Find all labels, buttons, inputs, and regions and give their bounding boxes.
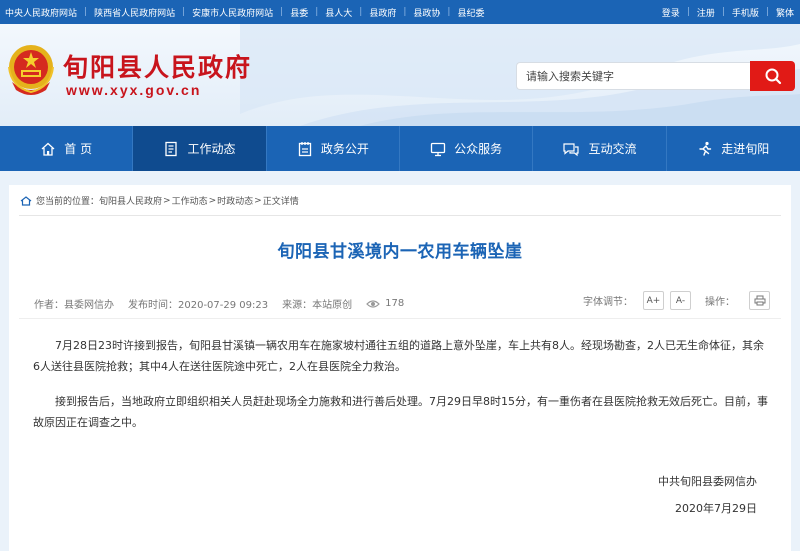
breadcrumb-separator: > xyxy=(254,195,262,206)
nav-item-label: 工作动态 xyxy=(187,142,236,156)
nav-item-about-xunyang[interactable]: 走进旬阳 xyxy=(667,126,800,171)
divider: | xyxy=(447,7,451,17)
top-links-right: 登录 | 注册 | 手机版 | 繁体 xyxy=(662,0,794,24)
site-header: 旬阳县人民政府 www.xyx.gov.cn xyxy=(0,24,800,126)
article-panel: 您当前的位置： 旬阳县人民政府 > 工作动态 > 时政动态 > 正文详情 旬阳县… xyxy=(9,185,791,551)
divider: | xyxy=(280,7,284,17)
breadcrumb: 您当前的位置： 旬阳县人民政府 > 工作动态 > 时政动态 > 正文详情 xyxy=(20,194,299,207)
national-emblem-icon xyxy=(8,45,54,95)
nav-item-home[interactable]: 首 页 xyxy=(0,126,134,171)
nav-item-interaction[interactable]: 互动交流 xyxy=(533,126,667,171)
article-paragraph: 接到报告后，当地政府立即组织相关人员赶赴现场全力施救和进行善后处理。7月29日早… xyxy=(33,395,768,429)
signature-org: 中共旬阳县委网信办 xyxy=(658,475,757,488)
nav-item-label: 走进旬阳 xyxy=(721,142,770,156)
top-links-left: 中央人民政府网站 | 陕西省人民政府网站 | 安康市人民政府网站 | 县委 | … xyxy=(5,0,484,24)
divider: | xyxy=(403,7,407,17)
site-title: 旬阳县人民政府 xyxy=(63,53,253,82)
signature-date: 2020年7月29日 xyxy=(675,502,757,515)
article-author: 作者：县委网信办 xyxy=(34,300,114,311)
login-link[interactable]: 登录 xyxy=(662,6,680,19)
link-central-gov[interactable]: 中央人民政府网站 xyxy=(5,6,77,19)
article-title: 旬阳县甘溪境内一农用车辆坠崖 xyxy=(277,242,523,262)
view-count: 178 xyxy=(385,298,405,309)
link-county-congress[interactable]: 县人大 xyxy=(325,6,352,19)
search-button[interactable] xyxy=(750,61,795,91)
breadcrumb-item-work-news[interactable]: 工作动态 xyxy=(172,194,208,207)
print-icon xyxy=(754,295,765,306)
running-person-icon xyxy=(699,141,712,156)
breadcrumb-item-current: 正文详情 xyxy=(262,197,299,207)
search-icon xyxy=(765,68,781,85)
eye-icon xyxy=(366,299,380,308)
site-url: www.xyx.gov.cn xyxy=(66,82,202,98)
link-county-cppcc[interactable]: 县政协 xyxy=(413,6,440,19)
nav-item-label: 政务公开 xyxy=(320,142,369,156)
font-decrease-button[interactable]: A- xyxy=(670,291,691,310)
nav-item-label: 公众服务 xyxy=(454,142,503,156)
breadcrumb-separator: > xyxy=(163,195,171,206)
divider xyxy=(19,215,781,216)
article-tools: 字体调节： A+ A- 操作： xyxy=(583,291,770,310)
top-links-bar: 中央人民政府网站 | 陕西省人民政府网站 | 安康市人民政府网站 | 县委 | … xyxy=(0,0,800,24)
font-increase-button[interactable]: A+ xyxy=(643,291,664,310)
article-source: 来源：本站原创 xyxy=(282,300,353,311)
document-icon xyxy=(165,141,178,156)
link-shaanxi-gov[interactable]: 陕西省人民政府网站 xyxy=(94,6,175,19)
print-button[interactable] xyxy=(749,291,770,310)
article-published-time: 发布时间：2020-07-29 09:23 xyxy=(128,300,269,311)
divider: | xyxy=(84,7,88,17)
nav-item-label: 互动交流 xyxy=(588,142,637,156)
mobile-version-link[interactable]: 手机版 xyxy=(732,6,759,19)
font-size-label: 字体调节： xyxy=(583,297,633,308)
divider xyxy=(19,318,781,319)
divider: | xyxy=(765,7,769,17)
nav-item-work-news[interactable]: 工作动态 xyxy=(133,126,267,171)
article-paragraph: 7月28日23时许接到报告，旬阳县甘溪镇一辆农用车在施家坡村通往五组的道路上意外… xyxy=(33,339,764,373)
traditional-chinese-link[interactable]: 繁体 xyxy=(776,6,794,19)
divider: | xyxy=(721,7,725,17)
link-county-discipline[interactable]: 县纪委 xyxy=(457,6,484,19)
notepad-icon xyxy=(298,141,311,156)
divider: | xyxy=(182,7,186,17)
breadcrumb-separator: > xyxy=(208,195,217,206)
nav-item-gov-affairs[interactable]: 政务公开 xyxy=(267,126,400,171)
search-input[interactable] xyxy=(517,63,750,89)
breadcrumb-prefix: 您当前的位置： xyxy=(36,197,100,207)
monitor-icon xyxy=(430,142,446,156)
home-icon xyxy=(41,142,55,156)
link-county-gov[interactable]: 县政府 xyxy=(369,6,396,19)
link-ankang-gov[interactable]: 安康市人民政府网站 xyxy=(192,6,273,19)
actions-label: 操作： xyxy=(705,297,735,308)
search-box xyxy=(516,62,750,90)
main-nav: 首 页 工作动态 政务公开 公众服务 互动交流 走进旬阳 xyxy=(0,126,800,171)
chat-icon xyxy=(563,142,580,156)
breadcrumb-item-current-affairs[interactable]: 时政动态 xyxy=(217,194,253,207)
divider: | xyxy=(315,7,319,17)
location-icon xyxy=(20,195,32,206)
breadcrumb-item-home[interactable]: 旬阳县人民政府 xyxy=(99,194,162,207)
nav-item-public-service[interactable]: 公众服务 xyxy=(400,126,534,171)
divider: | xyxy=(686,7,690,17)
nav-item-label: 首 页 xyxy=(64,142,93,156)
link-county-committee[interactable]: 县委 xyxy=(290,6,308,19)
divider: | xyxy=(359,7,363,17)
register-link[interactable]: 注册 xyxy=(697,6,715,19)
article-meta: 作者：县委网信办 发布时间：2020-07-29 09:23 来源：本站原创 1… xyxy=(34,296,418,311)
